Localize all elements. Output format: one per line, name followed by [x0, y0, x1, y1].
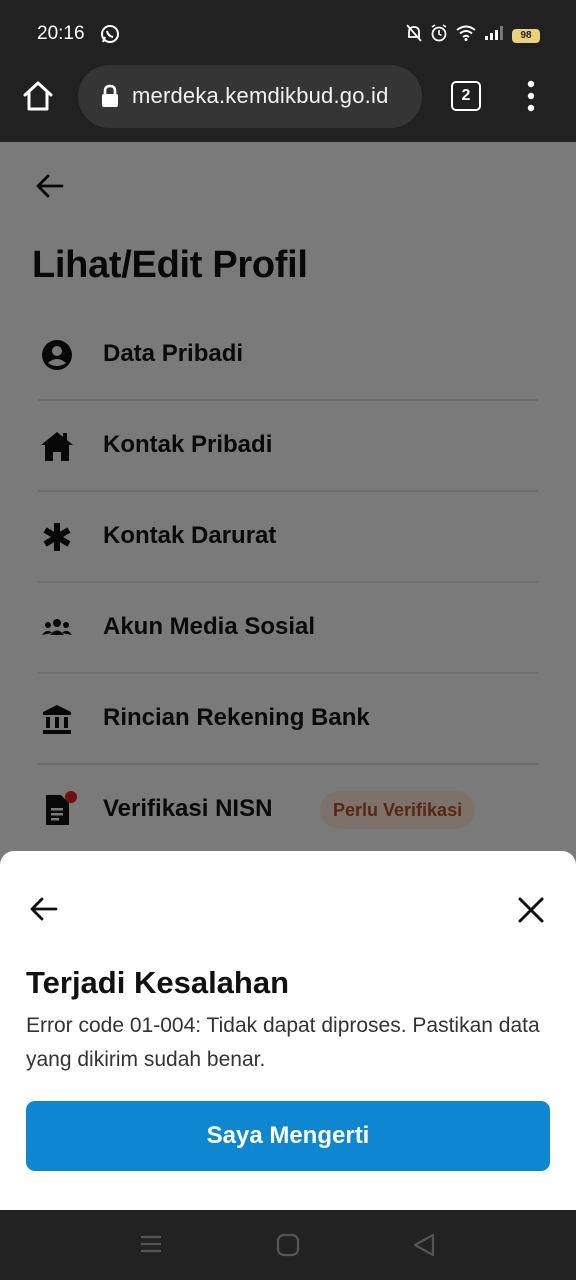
- error-bottom-sheet: Terjadi Kesalahan Error code 01-004: Tid…: [0, 851, 576, 1210]
- battery-icon: 98: [512, 28, 540, 43]
- wifi-icon: [456, 25, 476, 46]
- tabs-icon[interactable]: 2: [451, 81, 481, 111]
- system-nav-bar: [0, 1210, 576, 1280]
- status-icons: 98: [406, 24, 540, 47]
- status-bar: 20:16 98: [0, 0, 576, 64]
- mute-bell-icon: [406, 24, 422, 47]
- lock-icon: [100, 84, 120, 113]
- browser-toolbar: merdeka.kemdikbud.go.id 2: [0, 64, 576, 142]
- more-vert-icon[interactable]: [520, 78, 542, 114]
- recent-apps-icon[interactable]: [138, 1232, 166, 1258]
- close-icon[interactable]: [514, 893, 548, 927]
- confirm-button[interactable]: Saya Mengerti: [26, 1101, 550, 1171]
- whatsapp-icon: [100, 24, 120, 49]
- back-triangle-icon[interactable]: [411, 1232, 439, 1258]
- alarm-icon: [430, 24, 448, 47]
- status-time: 20:16: [37, 23, 85, 44]
- url-bar[interactable]: merdeka.kemdikbud.go.id: [78, 65, 422, 128]
- back-arrow-icon[interactable]: [26, 891, 62, 927]
- home-button-icon[interactable]: [275, 1232, 303, 1258]
- sheet-title: Terjadi Kesalahan: [26, 965, 290, 1000]
- home-icon[interactable]: [20, 78, 56, 114]
- signal-icon: [484, 25, 504, 46]
- error-message: Error code 01-004: Tidak dapat diproses.…: [26, 1014, 540, 1071]
- url-text: merdeka.kemdikbud.go.id: [132, 83, 389, 108]
